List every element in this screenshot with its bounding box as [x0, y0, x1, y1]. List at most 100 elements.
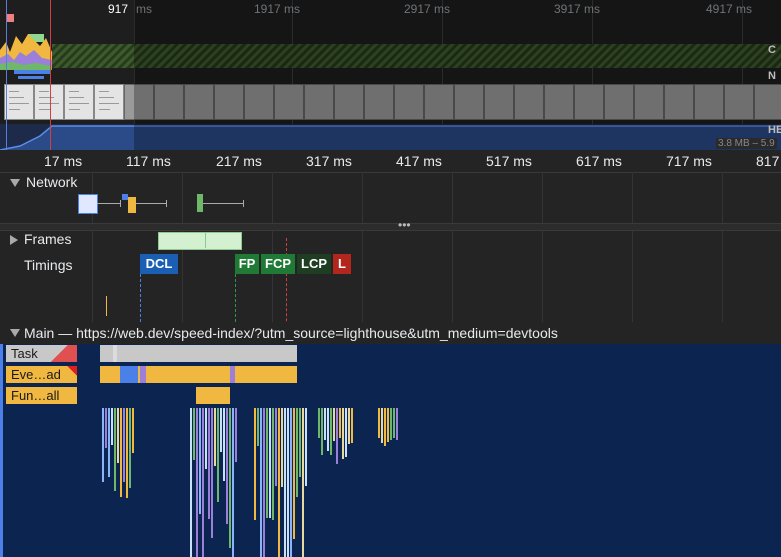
timing-marker-load[interactable]: L [333, 254, 351, 274]
flame-stack[interactable] [318, 408, 320, 438]
flame-stack[interactable] [266, 408, 268, 518]
function-label[interactable]: Fun…all [6, 387, 77, 404]
flame-stack[interactable] [102, 408, 104, 482]
flame-stack[interactable] [305, 408, 307, 486]
timeline-overview[interactable]: 917 ms 1917 ms 2917 ms 3917 ms 4917 ms C… [0, 0, 781, 150]
flame-stack[interactable] [299, 408, 301, 477]
ruler-label: 517 ms [486, 153, 532, 169]
main-track-header[interactable]: Main — https://web.dev/speed-index/?utm_… [0, 322, 781, 344]
flame-stack[interactable] [342, 408, 344, 459]
flame-stack[interactable] [284, 408, 286, 557]
flame-stack[interactable] [393, 408, 395, 438]
flame-stack[interactable] [348, 408, 350, 444]
flame-stack[interactable] [333, 408, 335, 441]
flame-stack[interactable] [281, 408, 283, 487]
screenshot-thumbnail[interactable] [4, 84, 34, 120]
flame-stack[interactable] [117, 408, 119, 463]
layout-bar[interactable] [230, 366, 235, 383]
task-bar[interactable] [113, 345, 117, 362]
flame-stack[interactable] [199, 408, 201, 514]
flame-stack[interactable] [226, 408, 228, 524]
frames-track-header[interactable]: Frames [10, 231, 71, 247]
flame-stack[interactable] [232, 408, 234, 557]
screenshot-thumbnail[interactable] [94, 84, 124, 120]
screenshot-thumbnail[interactable] [34, 84, 64, 120]
flame-stack[interactable] [114, 408, 116, 491]
flame-stack[interactable] [205, 408, 207, 469]
flame-stack[interactable] [296, 408, 298, 497]
flame-stack[interactable] [208, 408, 210, 519]
flame-stack[interactable] [293, 408, 295, 539]
flame-stack[interactable] [345, 408, 347, 457]
flame-stack[interactable] [302, 408, 304, 557]
flame-stack[interactable] [327, 408, 329, 451]
network-request-bar[interactable] [78, 194, 98, 214]
flame-stack[interactable] [287, 408, 289, 557]
track-divider[interactable]: ••• [0, 218, 781, 232]
flame-stack[interactable] [351, 408, 353, 443]
flame-stack[interactable] [384, 408, 386, 446]
flame-stack[interactable] [272, 408, 274, 520]
flame-stack[interactable] [129, 408, 131, 488]
flame-stack[interactable] [257, 408, 259, 446]
flame-stack[interactable] [290, 408, 292, 557]
flame-stack[interactable] [339, 408, 341, 438]
flame-stack[interactable] [196, 408, 198, 557]
flame-stack[interactable] [123, 408, 125, 482]
collapse-triangle-icon[interactable] [10, 329, 20, 337]
flame-stack[interactable] [126, 408, 128, 498]
parse-html-bar[interactable] [120, 366, 138, 383]
flame-stack[interactable] [193, 408, 195, 460]
flame-stack[interactable] [120, 408, 122, 497]
flame-stack[interactable] [190, 408, 192, 557]
screenshot-thumbnail[interactable] [64, 84, 94, 120]
network-overview-bar [18, 76, 44, 79]
main-track-title: Main — https://web.dev/speed-index/?utm_… [24, 325, 558, 341]
flame-stack[interactable] [324, 408, 326, 440]
event-bar[interactable] [196, 366, 230, 383]
frame-bar[interactable] [158, 232, 242, 250]
flame-stack[interactable] [263, 408, 265, 557]
flame-stack[interactable] [275, 408, 277, 486]
collapse-triangle-icon[interactable] [10, 179, 20, 188]
timing-marker-fp[interactable]: FP [235, 254, 259, 274]
event-label[interactable]: Eve…ad [6, 366, 77, 383]
flame-stack[interactable] [336, 408, 338, 464]
flame-stack[interactable] [111, 408, 113, 445]
task-bar[interactable] [100, 345, 297, 362]
flame-stack[interactable] [381, 408, 383, 443]
network-request-bar[interactable] [128, 197, 136, 213]
flame-stack[interactable] [202, 408, 204, 557]
divider-grip-icon[interactable]: ••• [398, 218, 411, 232]
flame-stack[interactable] [105, 408, 107, 448]
task-label[interactable]: Task [6, 345, 77, 362]
flame-stack[interactable] [229, 408, 231, 548]
expand-triangle-icon[interactable] [10, 235, 18, 246]
flame-stack[interactable] [132, 408, 134, 453]
cpu-activity-chart [0, 34, 52, 70]
flame-stack[interactable] [254, 408, 256, 520]
flame-stack[interactable] [223, 408, 225, 481]
flame-stack[interactable] [220, 408, 222, 452]
flame-stack[interactable] [330, 408, 332, 455]
flame-stack[interactable] [378, 408, 380, 438]
flame-stack[interactable] [217, 408, 219, 502]
flame-stack[interactable] [321, 408, 323, 455]
flame-stack[interactable] [260, 408, 262, 557]
timing-marker-dcl[interactable]: DCL [140, 254, 178, 274]
flame-stack[interactable] [390, 408, 392, 440]
timing-marker-fcp[interactable]: FCP [261, 254, 295, 274]
flame-stack[interactable] [235, 408, 237, 462]
flame-stack[interactable] [396, 408, 398, 440]
flame-stack[interactable] [269, 408, 271, 518]
network-track-header[interactable]: Network [10, 174, 77, 190]
layout-bar[interactable] [140, 366, 146, 383]
flame-stack[interactable] [278, 408, 280, 557]
flame-stack[interactable] [214, 408, 216, 466]
flame-stack[interactable] [211, 408, 213, 538]
flame-stack[interactable] [387, 408, 389, 442]
timing-marker-lcp[interactable]: LCP [297, 254, 331, 274]
function-bar[interactable] [196, 387, 230, 404]
timings-track-header: Timings [24, 257, 73, 273]
flame-stack[interactable] [108, 408, 110, 477]
